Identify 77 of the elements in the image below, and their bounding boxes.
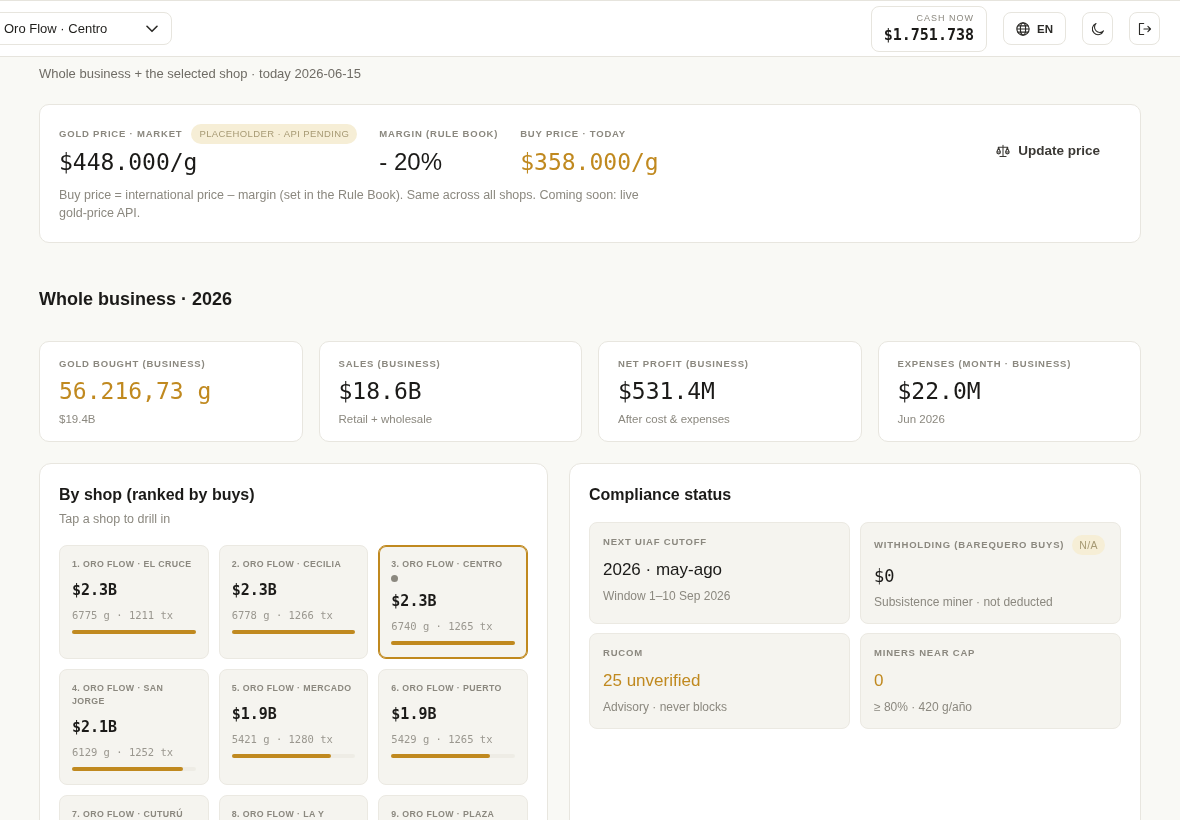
status-badge: N/A [1072, 535, 1105, 555]
shop-name: 4. ORO FLOW · SAN JORGE [72, 682, 165, 708]
tile-label: RUCOM [603, 646, 643, 660]
tile-note: ≥ 80% · 420 g/año [874, 699, 973, 715]
metric-label: GOLD PRICE · MARKET [59, 127, 183, 141]
shop-stats: 6775 g · 1211 tx [72, 608, 175, 623]
shop-card[interactable]: 5. ORO FLOW · MERCADO $1.9B 5421 g · 1280 tx [218, 669, 369, 785]
shop-stats: 6129 g · 1252 tx [72, 745, 175, 760]
shop-name: 6. ORO FLOW · PUERTO [391, 682, 503, 695]
metric-label: MARGIN (RULE BOOK) [379, 127, 499, 141]
stat-label: GOLD BOUGHT (BUSINESS) [59, 357, 207, 371]
shop-stats: 6778 g · 1266 tx [231, 608, 334, 623]
stat-label: EXPENSES (MONTH · BUSINESS) [897, 357, 1073, 371]
stat-label: SALES (BUSINESS) [338, 357, 442, 371]
tile-value: 0 [874, 670, 885, 692]
shop-name: 7. ORO FLOW · CUTURÚ [72, 808, 185, 820]
shop-card[interactable]: 1. ORO FLOW · EL CRUCE $2.3B 6775 g · 1211 tx [59, 545, 209, 659]
tile-value: 2026 · may-ago [603, 559, 724, 581]
shop-sales: $2.3B [72, 580, 119, 601]
shop-name: 5. ORO FLOW · MERCADO [231, 682, 353, 695]
price-note: Buy price = international price – margin (set in the Rule Book). Same across all shops. Coming soon: live gold-price API. [59, 187, 640, 222]
language-button[interactable]: EN [1003, 12, 1066, 45]
shop-stats: 6740 g · 1265 tx [391, 619, 494, 634]
tile-value: 25 unverified [603, 670, 702, 692]
shop-card[interactable]: 2. ORO FLOW · CECILIA $2.3B 6778 g · 1266 tx [218, 545, 369, 659]
metric-value: - 20% [379, 147, 443, 177]
theme-button[interactable] [1082, 12, 1113, 45]
stat-note: $19.4B [59, 412, 97, 427]
shop-sales: $1.9B [391, 704, 438, 725]
stat-value: $18.6B [338, 377, 423, 406]
page-subtitle: Whole business + the selected shop · today 2026-06-15 [39, 65, 362, 83]
status-badge: PLACEHOLDER · API PENDING [191, 124, 358, 144]
stat-value: $22.0M [897, 377, 982, 406]
update-price-button[interactable]: Update price [976, 137, 1120, 164]
stat-note: After cost & expenses [618, 412, 731, 427]
shop-selector[interactable]: Oro Flow · Centro [0, 12, 172, 45]
tile-label: MINERS NEAR CAP [874, 646, 976, 660]
tile-label: NEXT UIAF CUTOFF [603, 535, 707, 549]
stat-note: Retail + wholesale [338, 412, 434, 427]
panel-title: By shop (ranked by buys) [59, 485, 256, 505]
scale-icon [996, 143, 1011, 158]
logout-icon [1137, 21, 1152, 36]
tile-note: Advisory · never blocks [603, 699, 729, 715]
shop-stats: 5429 g · 1265 tx [391, 732, 494, 747]
moon-icon [1090, 21, 1105, 36]
tile-note: Window 1–10 Sep 2026 [603, 588, 732, 604]
cash-label: CASH NOW [916, 11, 974, 25]
shop-name: 1. ORO FLOW · EL CRUCE [72, 558, 193, 571]
shop-sales: $1.9B [231, 704, 278, 725]
tile-label: WITHHOLDING (BAREQUERO BUYS) [874, 538, 1065, 552]
shop-name: 9. ORO FLOW · PLAZA [391, 808, 496, 820]
chevron-down-icon [146, 24, 158, 33]
shop-sales: $2.3B [231, 580, 278, 601]
tile-note: Subsistence miner · not deducted [874, 594, 1054, 610]
shop-name: 3. ORO FLOW · CENTRO [391, 558, 504, 571]
shop-stats: 5421 g · 1280 tx [231, 732, 334, 747]
metric-value: $358.000/g [520, 148, 659, 177]
shop-sales: $2.3B [391, 591, 438, 612]
shop-card[interactable]: 3. ORO FLOW · CENTRO $2.3B 6740 g · 1265 tx [378, 545, 528, 659]
stat-value: $531.4M [618, 377, 716, 406]
panel-title: Compliance status [589, 485, 733, 505]
shop-name: 2. ORO FLOW · CECILIA [231, 558, 343, 571]
tile-value: $0 [874, 565, 896, 587]
shop-card[interactable]: 4. ORO FLOW · SAN JORGE $2.1B 6129 g · 1252 tx [59, 669, 209, 785]
shop-name: 8. ORO FLOW · LA Y [231, 808, 326, 820]
stat-note: Jun 2026 [897, 412, 946, 427]
metric-value: $448.000/g [59, 148, 199, 177]
panel-hint: Tap a shop to drill in [59, 511, 172, 528]
metric-label: BUY PRICE · TODAY [520, 127, 626, 141]
globe-icon [1016, 21, 1030, 36]
section-title: Whole business · 2026 [39, 288, 234, 311]
cash-value: $1.751.738 [883, 24, 974, 46]
shop-sales: $2.1B [72, 717, 119, 738]
shop-card[interactable]: 6. ORO FLOW · PUERTO $1.9B 5429 g · 1265 tx [378, 669, 528, 785]
stat-value: 56.216,73 g [59, 377, 213, 406]
stat-label: NET PROFIT (BUSINESS) [618, 357, 750, 371]
logout-button[interactable] [1129, 12, 1160, 45]
